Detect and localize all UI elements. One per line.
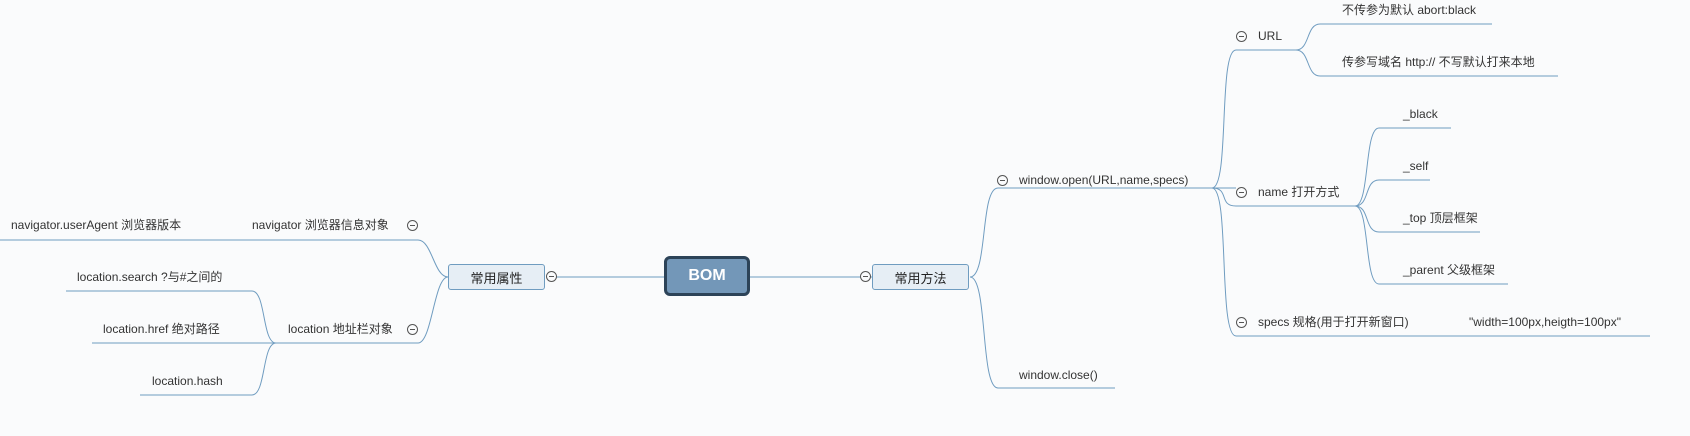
window-open-node[interactable]: window.open(URL,name,specs) xyxy=(1019,173,1188,187)
navigator-useragent-node[interactable]: navigator.userAgent 浏览器版本 xyxy=(11,218,181,232)
location-href-node[interactable]: location.href 绝对路径 xyxy=(103,322,220,336)
url-default-node[interactable]: 不传参为默认 abort:black xyxy=(1342,3,1476,17)
name-node[interactable]: name 打开方式 xyxy=(1258,185,1339,199)
location-hash-node[interactable]: location.hash xyxy=(152,374,223,388)
window-close-node[interactable]: window.close() xyxy=(1019,368,1098,382)
navigator-node[interactable]: navigator 浏览器信息对象 xyxy=(252,218,389,232)
name-black-node[interactable]: _black xyxy=(1403,107,1438,121)
name-top-node[interactable]: _top 顶层框架 xyxy=(1403,211,1478,225)
specs-node[interactable]: specs 规格(用于打开新窗口) xyxy=(1258,315,1409,329)
collapse-icon[interactable] xyxy=(1236,317,1247,328)
collapse-icon[interactable] xyxy=(1236,31,1247,42)
name-self-node[interactable]: _self xyxy=(1403,159,1428,173)
url-domain-node[interactable]: 传参写域名 http:// 不写默认打来本地 xyxy=(1342,55,1535,69)
branch-methods-label: 常用方法 xyxy=(894,270,947,286)
collapse-icon[interactable] xyxy=(407,220,418,231)
branch-properties-label: 常用属性 xyxy=(470,270,523,286)
location-node[interactable]: location 地址栏对象 xyxy=(288,322,393,336)
branch-properties[interactable]: 常用属性 xyxy=(448,264,545,290)
root-node[interactable]: BOM xyxy=(664,256,750,296)
url-node[interactable]: URL xyxy=(1258,29,1282,43)
location-search-node[interactable]: location.search ?与#之间的 xyxy=(77,270,222,284)
collapse-icon[interactable] xyxy=(407,324,418,335)
name-parent-node[interactable]: _parent 父级框架 xyxy=(1403,263,1495,277)
specs-value-node[interactable]: "width=100px,heigth=100px" xyxy=(1469,315,1621,329)
root-label: BOM xyxy=(688,267,726,284)
branch-methods[interactable]: 常用方法 xyxy=(872,264,969,290)
collapse-icon[interactable] xyxy=(546,271,557,282)
collapse-icon[interactable] xyxy=(860,271,871,282)
collapse-icon[interactable] xyxy=(997,175,1008,186)
collapse-icon[interactable] xyxy=(1236,187,1247,198)
